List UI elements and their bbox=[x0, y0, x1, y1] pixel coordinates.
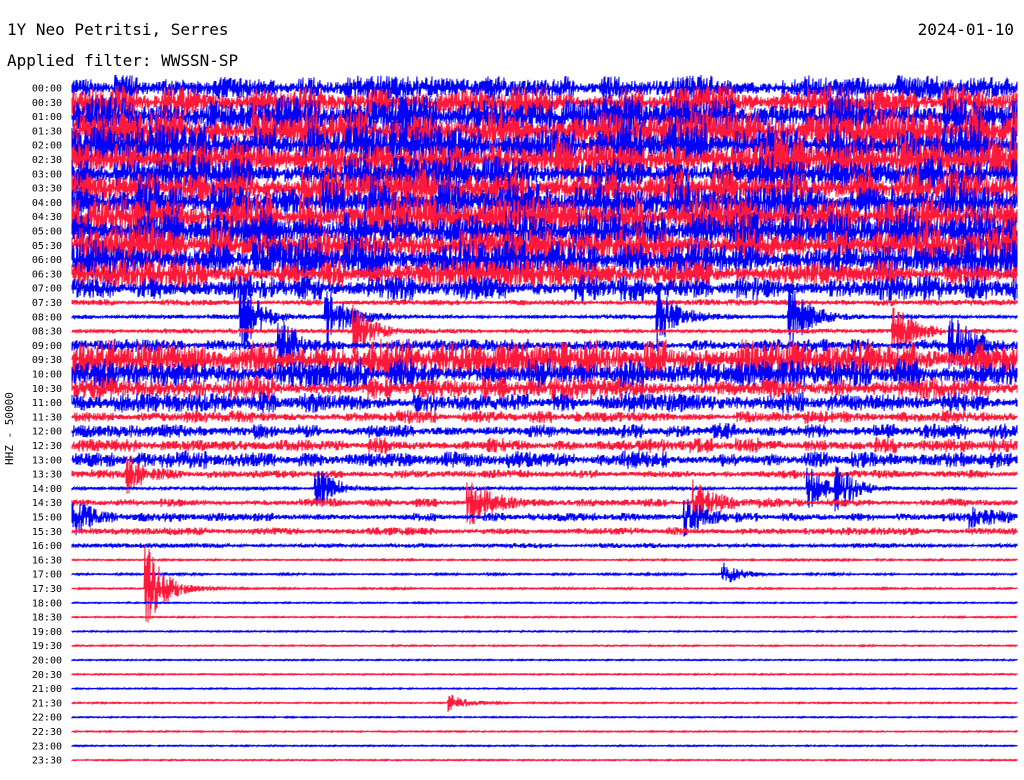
row-time-label: 12:30 bbox=[32, 441, 62, 452]
trace-row bbox=[71, 298, 1018, 307]
trace-row bbox=[71, 686, 1018, 691]
row-time-label: 03:00 bbox=[32, 169, 62, 180]
row-time-label: 02:00 bbox=[32, 141, 62, 152]
trace-row bbox=[71, 541, 1018, 550]
row-time-label: 17:00 bbox=[32, 570, 62, 581]
trace-row bbox=[71, 422, 1018, 440]
row-time-label: 14:00 bbox=[32, 484, 62, 495]
row-time-label: 14:30 bbox=[32, 498, 62, 509]
helicorder-plot: 00:00 00:30 01:00 01:30 02:00 02:30 03:00 03:30… bbox=[32, 74, 1018, 767]
row-time-label: 05:00 bbox=[32, 227, 62, 238]
row-time-label: 16:30 bbox=[32, 555, 62, 566]
row-time-label: 21:30 bbox=[32, 698, 62, 709]
row-time-label: 04:00 bbox=[32, 198, 62, 209]
row-time-label: 20:00 bbox=[32, 656, 62, 667]
y-axis-label-wrap: HHZ - 50000 bbox=[3, 0, 23, 465]
trace-row bbox=[71, 545, 1018, 623]
row-time-label: 22:30 bbox=[32, 727, 62, 738]
row-time-label: 11:00 bbox=[32, 398, 62, 409]
row-time-label: 11:30 bbox=[32, 412, 62, 423]
row-time-label: 10:00 bbox=[32, 370, 62, 381]
trace-row bbox=[71, 614, 1018, 620]
row-time-label: 08:30 bbox=[32, 327, 62, 338]
trace-row bbox=[71, 643, 1018, 648]
trace-row bbox=[71, 437, 1018, 454]
row-time-label: 05:30 bbox=[32, 241, 62, 252]
row-time-label: 09:30 bbox=[32, 355, 62, 366]
row-time-label: 07:00 bbox=[32, 284, 62, 295]
trace-row bbox=[71, 729, 1018, 734]
row-time-label: 00:00 bbox=[32, 84, 62, 95]
row-time-label: 01:00 bbox=[32, 112, 62, 123]
row-time-label: 16:00 bbox=[32, 541, 62, 552]
row-time-label: 07:30 bbox=[32, 298, 62, 309]
trace-row bbox=[71, 694, 1018, 713]
row-time-label: 13:30 bbox=[32, 470, 62, 481]
trace-row bbox=[71, 450, 1018, 470]
row-time-label: 23:30 bbox=[32, 756, 62, 767]
row-time-label: 10:30 bbox=[32, 384, 62, 395]
row-time-label: 06:00 bbox=[32, 255, 62, 266]
trace-row bbox=[71, 743, 1018, 748]
row-time-label: 08:00 bbox=[32, 312, 62, 323]
row-time-label: 21:00 bbox=[32, 684, 62, 695]
row-time-label: 03:30 bbox=[32, 184, 62, 195]
trace-row bbox=[71, 758, 1018, 763]
trace-row bbox=[71, 391, 1018, 414]
row-time-label: 13:00 bbox=[32, 455, 62, 466]
row-time-label: 19:00 bbox=[32, 627, 62, 638]
row-time-label: 12:00 bbox=[32, 427, 62, 438]
trace-row bbox=[71, 629, 1018, 634]
row-time-label: 09:00 bbox=[32, 341, 62, 352]
trace-row bbox=[71, 672, 1018, 677]
row-time-label: 19:30 bbox=[32, 641, 62, 652]
trace-row bbox=[71, 715, 1018, 720]
row-time-label: 18:30 bbox=[32, 613, 62, 624]
row-time-label: 15:30 bbox=[32, 527, 62, 538]
row-time-label: 18:00 bbox=[32, 598, 62, 609]
row-time-label: 23:00 bbox=[32, 741, 62, 752]
trace-row bbox=[71, 409, 1018, 425]
seismogram-page: 1Y Neo Petritsi, Serres 2024-01-10 Appli… bbox=[0, 0, 1024, 780]
row-time-label: 00:30 bbox=[32, 98, 62, 109]
row-time-label: 01:30 bbox=[32, 126, 62, 137]
trace-row bbox=[71, 557, 1018, 563]
row-time-label: 06:30 bbox=[32, 269, 62, 280]
row-time-label: 02:30 bbox=[32, 155, 62, 166]
row-time-label: 22:00 bbox=[32, 713, 62, 724]
trace-row bbox=[71, 562, 1018, 583]
row-time-label: 17:30 bbox=[32, 584, 62, 595]
trace-row bbox=[71, 304, 1018, 357]
trace-row bbox=[71, 657, 1018, 663]
row-time-label: 04:30 bbox=[32, 212, 62, 223]
trace-row bbox=[71, 600, 1018, 605]
trace-row bbox=[71, 527, 1018, 536]
row-time-label: 15:00 bbox=[32, 513, 62, 524]
row-time-label: 20:30 bbox=[32, 670, 62, 681]
y-axis-label: HHZ - 50000 bbox=[3, 392, 16, 465]
